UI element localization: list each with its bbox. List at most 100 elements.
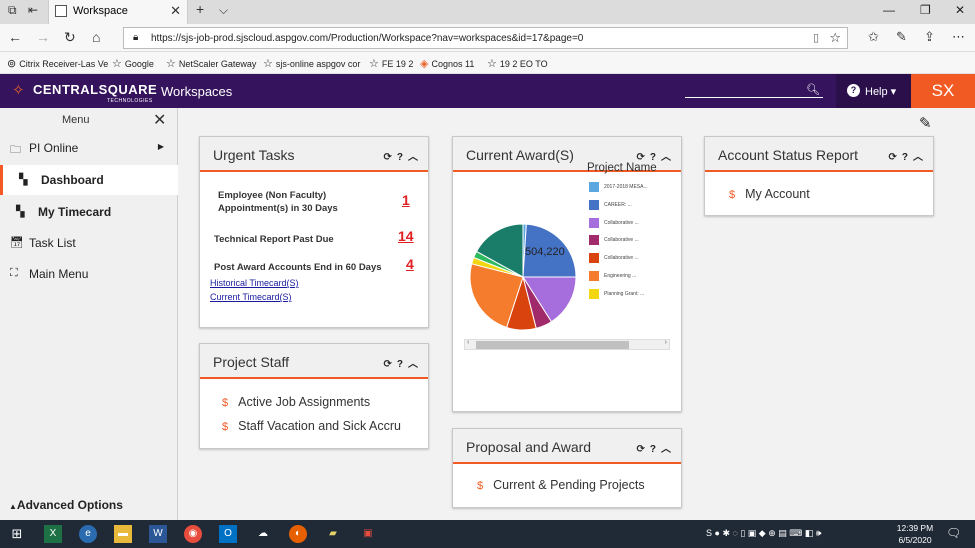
chart-scrollbar[interactable]: ‹ › xyxy=(464,339,670,350)
section-title: Workspaces xyxy=(161,84,233,99)
help-icon[interactable]: ? xyxy=(902,152,913,163)
close-window-icon[interactable]: ✕ xyxy=(955,3,965,17)
back-icon[interactable]: ← xyxy=(8,29,22,45)
task-count-link[interactable]: 4 xyxy=(406,256,414,272)
search-icon[interactable]: 🔍︎ xyxy=(806,83,820,96)
home-icon[interactable]: ⌂ xyxy=(92,29,100,45)
card-title: Account Status Report xyxy=(718,147,859,163)
collapse-icon[interactable]: ︿ xyxy=(661,444,676,455)
sidebar-item-dashboard[interactable]: ▚ Dashboard xyxy=(0,165,178,195)
favorite-citrix[interactable]: ⊚ Citrix Receiver-Las Ve xyxy=(7,57,108,70)
app-icon[interactable]: ☁ xyxy=(254,525,272,543)
favorite-netscaler[interactable]: ☆ NetScaler Gateway xyxy=(166,57,256,70)
legend-label: Collaborative ... xyxy=(604,255,639,262)
tab-actions-icon[interactable]: ⧉ xyxy=(8,3,17,18)
set-aside-tabs-icon[interactable]: ⇤ xyxy=(28,3,38,17)
system-tray-icons[interactable]: S ● ✱ ◌ ▯ ▣ ◆ ⊕ ▤ ⌨ ◧ 🕪︎ xyxy=(706,528,821,539)
sidebar-item-pi-online[interactable]: 🗀︎ PI Online ▶ xyxy=(0,133,178,163)
refresh-icon[interactable]: ⟳ xyxy=(637,444,650,455)
url-field[interactable]: 🔒︎ https://sjs-job-prod.sjscloud.aspgov.… xyxy=(123,27,848,49)
share-icon[interactable]: ⇪ xyxy=(924,29,935,45)
current-timecard-link[interactable]: Current Timecard(S) xyxy=(210,292,292,302)
staff-vacation-link[interactable]: $ Staff Vacation and Sick Accru xyxy=(222,419,427,433)
windows-taskbar: ⊞ X e ▬ W ◉ O ☁ ◐ ▰ ▣ S ● ✱ ◌ ▯ ▣ ◆ ⊕ ▤ … xyxy=(0,520,975,548)
centralsquare-logo[interactable]: ✧ CENTRALSQUARE TECHNOLOGIES xyxy=(12,79,157,105)
forward-icon[interactable]: → xyxy=(36,29,50,45)
edit-layout-icon[interactable]: ✎ xyxy=(919,114,932,132)
help-button[interactable]: ? Help ▾ xyxy=(836,74,911,108)
awards-pie-chart[interactable]: 504,220 xyxy=(453,173,683,413)
refresh-icon[interactable]: ⟳ xyxy=(384,152,397,163)
refresh-icon[interactable]: ⟳ xyxy=(384,359,397,370)
collapse-icon[interactable]: ︿ xyxy=(408,359,423,370)
current-pending-projects-link[interactable]: $ Current & Pending Projects xyxy=(477,478,645,492)
logo-mark-icon: ✧ xyxy=(12,82,25,99)
help-icon[interactable]: ? xyxy=(397,359,408,370)
user-avatar[interactable]: SX xyxy=(911,74,975,108)
minimize-icon[interactable]: — xyxy=(883,3,895,17)
taskbar-clock[interactable]: 12:39 PM 6/5/2020 xyxy=(892,522,938,546)
brand-name: CENTRALSQUARE xyxy=(33,82,158,97)
historical-timecard-link[interactable]: Historical Timecard(S) xyxy=(210,278,299,288)
sidebar-item-main-menu[interactable]: ⛶ Main Menu xyxy=(0,259,178,289)
favorite-google[interactable]: ☆ Google xyxy=(112,57,154,70)
legend-swatch xyxy=(589,182,599,192)
urgent-tasks-card: Urgent Tasks ⟳?︿ Employee (Non Faculty) … xyxy=(199,136,429,328)
sidebar-item-task-list[interactable]: 📅︎ Task List xyxy=(0,228,178,258)
help-icon[interactable]: ? xyxy=(650,444,661,455)
search-input[interactable] xyxy=(685,97,823,98)
edge-icon[interactable]: e xyxy=(79,525,97,543)
collapse-icon[interactable]: ︿ xyxy=(661,152,676,163)
restore-icon[interactable]: ❐ xyxy=(920,3,931,17)
browser-tab[interactable]: Workspace ✕ xyxy=(48,0,188,24)
my-account-link[interactable]: $ My Account xyxy=(729,187,810,201)
excel-icon[interactable]: X xyxy=(44,525,62,543)
task-label: Employee (Non Faculty) Appointment(s) in… xyxy=(218,190,338,214)
scroll-left-icon[interactable]: ‹ xyxy=(467,339,469,346)
favorite-fe[interactable]: ☆ FE 19 2 xyxy=(369,57,413,70)
notes-icon[interactable]: ▰ xyxy=(324,525,342,543)
reading-view-icon[interactable]: ▯ xyxy=(813,31,819,44)
task-count-link[interactable]: 1 xyxy=(402,192,410,208)
sidebar-item-my-timecard[interactable]: ▚ My Timecard xyxy=(0,197,178,227)
pen-icon[interactable]: ✎ xyxy=(896,29,907,45)
help-icon[interactable]: ? xyxy=(397,152,408,163)
firefox-icon[interactable]: ◐ xyxy=(289,525,307,543)
refresh-icon[interactable]: ⟳ xyxy=(889,152,902,163)
dollar-icon: $ xyxy=(222,421,229,433)
favorite-eo-to[interactable]: ☆ 19 2 EO TO xyxy=(487,57,548,70)
more-icon[interactable]: ⋯ xyxy=(952,29,965,45)
file-explorer-icon[interactable]: ▬ xyxy=(114,525,132,543)
notifications-icon[interactable]: 🗨︎ xyxy=(946,526,961,540)
scroll-right-icon[interactable]: › xyxy=(665,339,667,346)
outlook-icon[interactable]: O xyxy=(219,525,237,543)
favorite-star-icon[interactable]: ☆ xyxy=(829,30,841,46)
refresh-icon[interactable]: ↻ xyxy=(64,29,76,46)
card-header: Project Staff ⟳?︿ xyxy=(200,344,428,379)
card-header: Proposal and Award ⟳?︿ xyxy=(453,429,681,464)
address-bar-row: ← → ↻ ⌂ 🔒︎ https://sjs-job-prod.sjscloud… xyxy=(0,24,975,52)
chrome-icon[interactable]: ◉ xyxy=(184,525,202,543)
word-icon[interactable]: W xyxy=(149,525,167,543)
tab-dropdown-icon[interactable]: ⌵ xyxy=(219,3,228,18)
favorite-sjs-online[interactable]: ☆ sjs-online aspgov cor xyxy=(263,57,360,70)
task-count-link[interactable]: 14 xyxy=(398,228,414,244)
legend-swatch xyxy=(589,217,599,228)
advanced-options-toggle[interactable]: ▲Advanced Options xyxy=(9,498,123,512)
favorite-cognos[interactable]: ◈ Cognos 11 xyxy=(420,57,474,70)
legend-label: CAREER: ... xyxy=(604,201,632,208)
close-menu-icon[interactable]: ✕ xyxy=(153,110,166,130)
star-icon: ☆ xyxy=(369,58,379,70)
card-header: Urgent Tasks ⟳?︿ xyxy=(200,137,428,172)
reader-icon[interactable]: ▣ xyxy=(359,525,377,543)
close-tab-icon[interactable]: ✕ xyxy=(170,3,181,19)
scrollbar-thumb[interactable] xyxy=(476,341,629,349)
collapse-icon[interactable]: ︿ xyxy=(913,152,928,163)
collapse-icon[interactable]: ︿ xyxy=(408,152,423,163)
active-job-assignments-link[interactable]: $ Active Job Assignments xyxy=(222,395,370,409)
windows-start-icon[interactable]: ⊞ xyxy=(8,525,26,543)
new-tab-icon[interactable]: + xyxy=(196,1,204,17)
favorites-hub-icon[interactable]: ✩ xyxy=(868,29,879,45)
card-title: Current Award(S) xyxy=(466,147,574,163)
help-icon: ? xyxy=(847,84,860,97)
